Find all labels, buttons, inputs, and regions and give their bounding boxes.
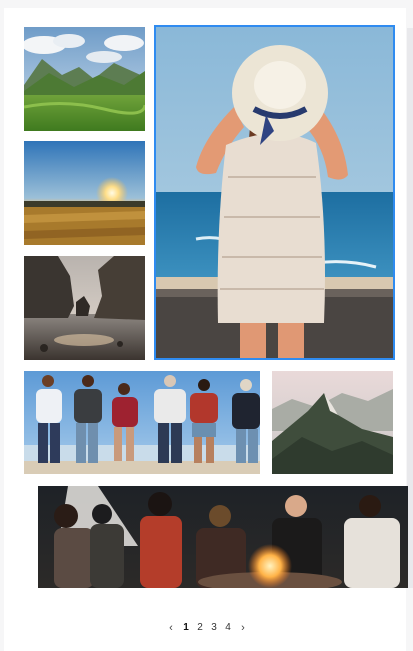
pagination: ‹ 1 2 3 4 › xyxy=(166,620,248,636)
page: ‹ 1 2 3 4 › xyxy=(0,0,413,651)
page-link-4[interactable]: 4 xyxy=(224,620,232,636)
image-mountain-ridge[interactable] xyxy=(272,371,393,474)
image-campfire-group[interactable] xyxy=(38,486,408,588)
chevron-left-icon[interactable]: ‹ xyxy=(166,620,176,636)
chevron-right-icon[interactable]: › xyxy=(238,620,248,636)
image-sea-cliffs[interactable] xyxy=(24,256,145,360)
image-friends-on-beach[interactable] xyxy=(24,371,260,474)
image-sunset-field[interactable] xyxy=(24,141,145,245)
page-link-2[interactable]: 2 xyxy=(196,620,204,636)
page-link-3[interactable]: 3 xyxy=(210,620,218,636)
page-link-1[interactable]: 1 xyxy=(182,620,190,636)
image-mountain-meadow[interactable] xyxy=(24,27,145,131)
image-woman-straw-hat-ocean[interactable] xyxy=(154,25,395,360)
